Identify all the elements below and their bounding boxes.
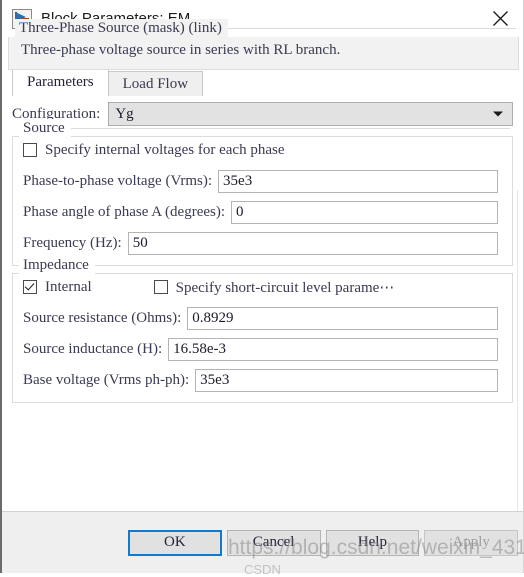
legend-rule bbox=[94, 264, 510, 266]
internal-label: Internal bbox=[45, 278, 92, 295]
legend-rule bbox=[70, 127, 510, 129]
phase-to-phase-voltage-label: Phase-to-phase voltage (Vrms): bbox=[23, 172, 213, 189]
legend-rule bbox=[227, 27, 516, 29]
specify-internal-voltages-checkbox[interactable] bbox=[23, 143, 37, 157]
specify-short-circuit-checkbox[interactable] bbox=[153, 280, 168, 294]
phase-angle-row: Phase angle of phase A (degrees): bbox=[13, 200, 512, 224]
phase-to-phase-voltage-row: Phase-to-phase voltage (Vrms): bbox=[13, 169, 512, 193]
phase-to-phase-voltage-input[interactable] bbox=[218, 169, 498, 193]
specify-short-circuit-label: Specify short-circuit level parame⋯ bbox=[175, 279, 395, 296]
frequency-label: Frequency (Hz): bbox=[23, 234, 122, 251]
configuration-dropdown[interactable]: Yg bbox=[108, 102, 513, 126]
panel-edge-rule bbox=[517, 190, 518, 511]
block-parameters-dialog: Block Parameters: EM Three-Phase Source … bbox=[0, 0, 524, 573]
chevron-down-icon bbox=[493, 111, 503, 117]
block-description-panel: Three-Phase Source (mask) (link) Three-p… bbox=[8, 19, 519, 70]
impedance-checkbox-row: Internal Specify short-circuit level par… bbox=[13, 275, 512, 299]
phase-angle-label: Phase angle of phase A (degrees): bbox=[23, 203, 226, 220]
source-group: Source Specify internal voltages for eac… bbox=[12, 119, 513, 266]
base-voltage-label: Base voltage (Vrms ph-ph): bbox=[23, 371, 190, 388]
source-resistance-label: Source resistance (Ohms): bbox=[23, 309, 182, 326]
block-description-legend-text: Three-Phase Source (mask) (link) bbox=[15, 19, 228, 37]
internal-checkbox[interactable] bbox=[23, 280, 37, 294]
impedance-group-legend-text: Impedance bbox=[19, 256, 95, 274]
help-button[interactable]: Help bbox=[325, 529, 420, 556]
configuration-value: Yg bbox=[115, 106, 134, 122]
source-resistance-input[interactable] bbox=[187, 306, 498, 330]
source-resistance-row: Source resistance (Ohms): bbox=[13, 306, 512, 330]
source-inductance-row: Source inductance (H): bbox=[13, 337, 512, 361]
base-voltage-input[interactable] bbox=[195, 368, 498, 392]
specify-internal-voltages-label: Specify internal voltages for each phase bbox=[45, 141, 285, 158]
impedance-group: Impedance Internal Specify short-circuit… bbox=[12, 256, 513, 403]
configuration-row: Configuration: Yg bbox=[2, 97, 523, 129]
frequency-row: Frequency (Hz): bbox=[13, 231, 512, 255]
tab-strip: Parameters Load Flow bbox=[2, 70, 523, 97]
dialog-button-bar: OK Cancel Help Apply bbox=[2, 511, 523, 573]
frequency-input[interactable] bbox=[127, 231, 498, 255]
phase-angle-input[interactable] bbox=[231, 200, 498, 224]
ok-button[interactable]: OK bbox=[128, 529, 222, 556]
close-icon[interactable] bbox=[477, 0, 523, 37]
source-group-legend-text: Source bbox=[19, 119, 71, 137]
tab-parameters[interactable]: Parameters bbox=[12, 70, 109, 96]
specify-internal-voltages-row: Specify internal voltages for each phase bbox=[13, 138, 512, 162]
cancel-button[interactable]: Cancel bbox=[226, 529, 321, 556]
parameters-scroll-area: Parameters Load Flow Configuration: Yg S… bbox=[2, 70, 523, 511]
source-inductance-label: Source inductance (H): bbox=[23, 340, 163, 357]
base-voltage-row: Base voltage (Vrms ph-ph): bbox=[13, 368, 512, 392]
apply-button[interactable]: Apply bbox=[424, 529, 518, 556]
tab-load-flow[interactable]: Load Flow bbox=[107, 71, 204, 96]
block-description-text: Three-phase voltage source in series wit… bbox=[21, 42, 341, 58]
source-inductance-input[interactable] bbox=[168, 337, 498, 361]
